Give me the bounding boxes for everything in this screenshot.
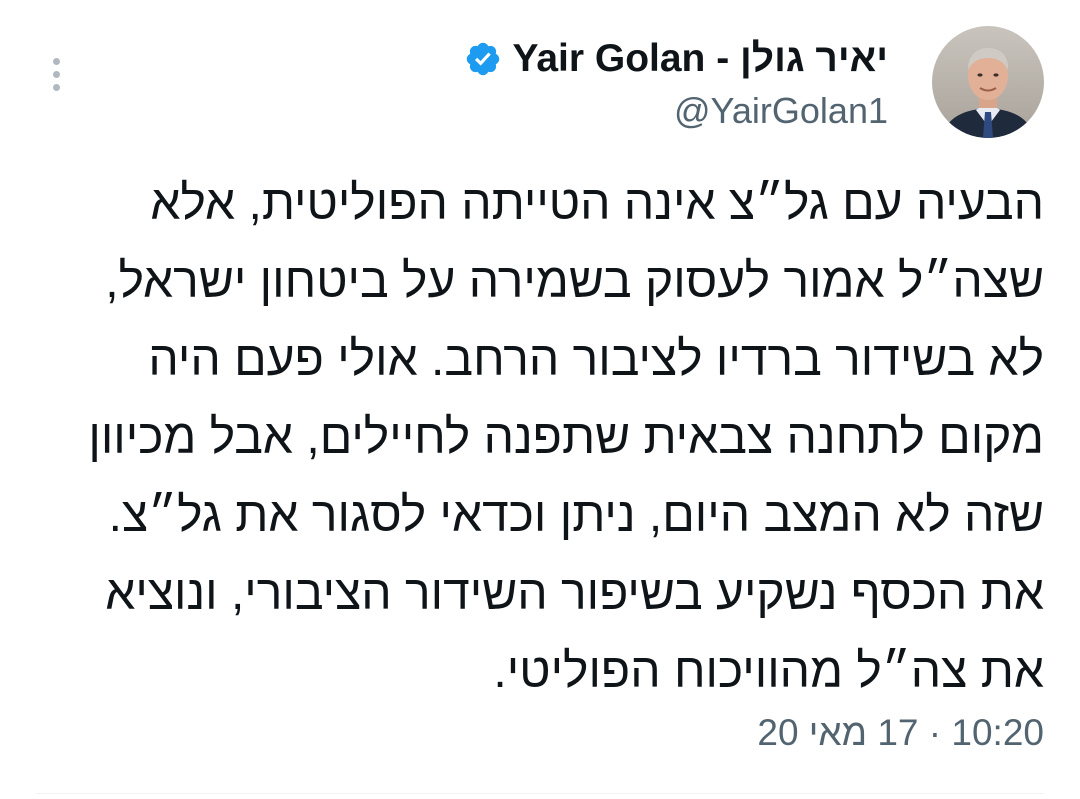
author-handle[interactable]: @YairGolan1 — [464, 90, 888, 132]
tweet-timestamp[interactable]: 10:20 · 17 מאי 20 — [757, 712, 1044, 754]
more-vertical-icon-dot — [52, 83, 60, 91]
tweet-text-line: הבעיה עם גל״צ אינה הטייתה הפוליטית, אלא — [150, 177, 1044, 230]
tweet-text-line: את צה״ל מהוויכוח הפוליטי. — [493, 645, 1044, 698]
display-name-row: Yair Golan - יאיר גולן — [464, 34, 888, 84]
display-name[interactable]: Yair Golan - יאיר גולן — [512, 37, 888, 81]
profile-photo-icon — [932, 26, 1044, 138]
tweet-text-line: מקום לתחנה צבאית שתפנה לחיילים, אבל מכיו… — [88, 411, 1044, 464]
author-block: Yair Golan - יאיר גולן @YairGolan1 — [464, 34, 888, 132]
avatar[interactable] — [932, 26, 1044, 138]
tweet-card: Yair Golan - יאיר גולן @YairGolan1 הבעיה… — [0, 0, 1080, 799]
tweet-text-line: שצה״ל אמור לעסוק בשמירה על ביטחון ישראל, — [105, 255, 1044, 308]
more-options-button[interactable] — [40, 50, 72, 98]
more-vertical-icon-dot — [52, 70, 60, 78]
divider — [36, 793, 1044, 794]
verified-badge-icon[interactable] — [464, 40, 502, 78]
more-vertical-icon — [52, 57, 60, 65]
tweet-text-line: לא בשידור ברדיו לציבור הרחב. אולי פעם הי… — [148, 333, 1044, 386]
tweet-text-line: את הכסף נשקיע בשיפור השידור הציבורי, ונו… — [105, 567, 1044, 620]
tweet-body: הבעיה עם גל״צ אינה הטייתה הפוליטית, אלא … — [34, 165, 1044, 711]
tweet-text-line: שזה לא המצב היום, ניתן וכדאי לסגור את גל… — [108, 489, 1044, 542]
